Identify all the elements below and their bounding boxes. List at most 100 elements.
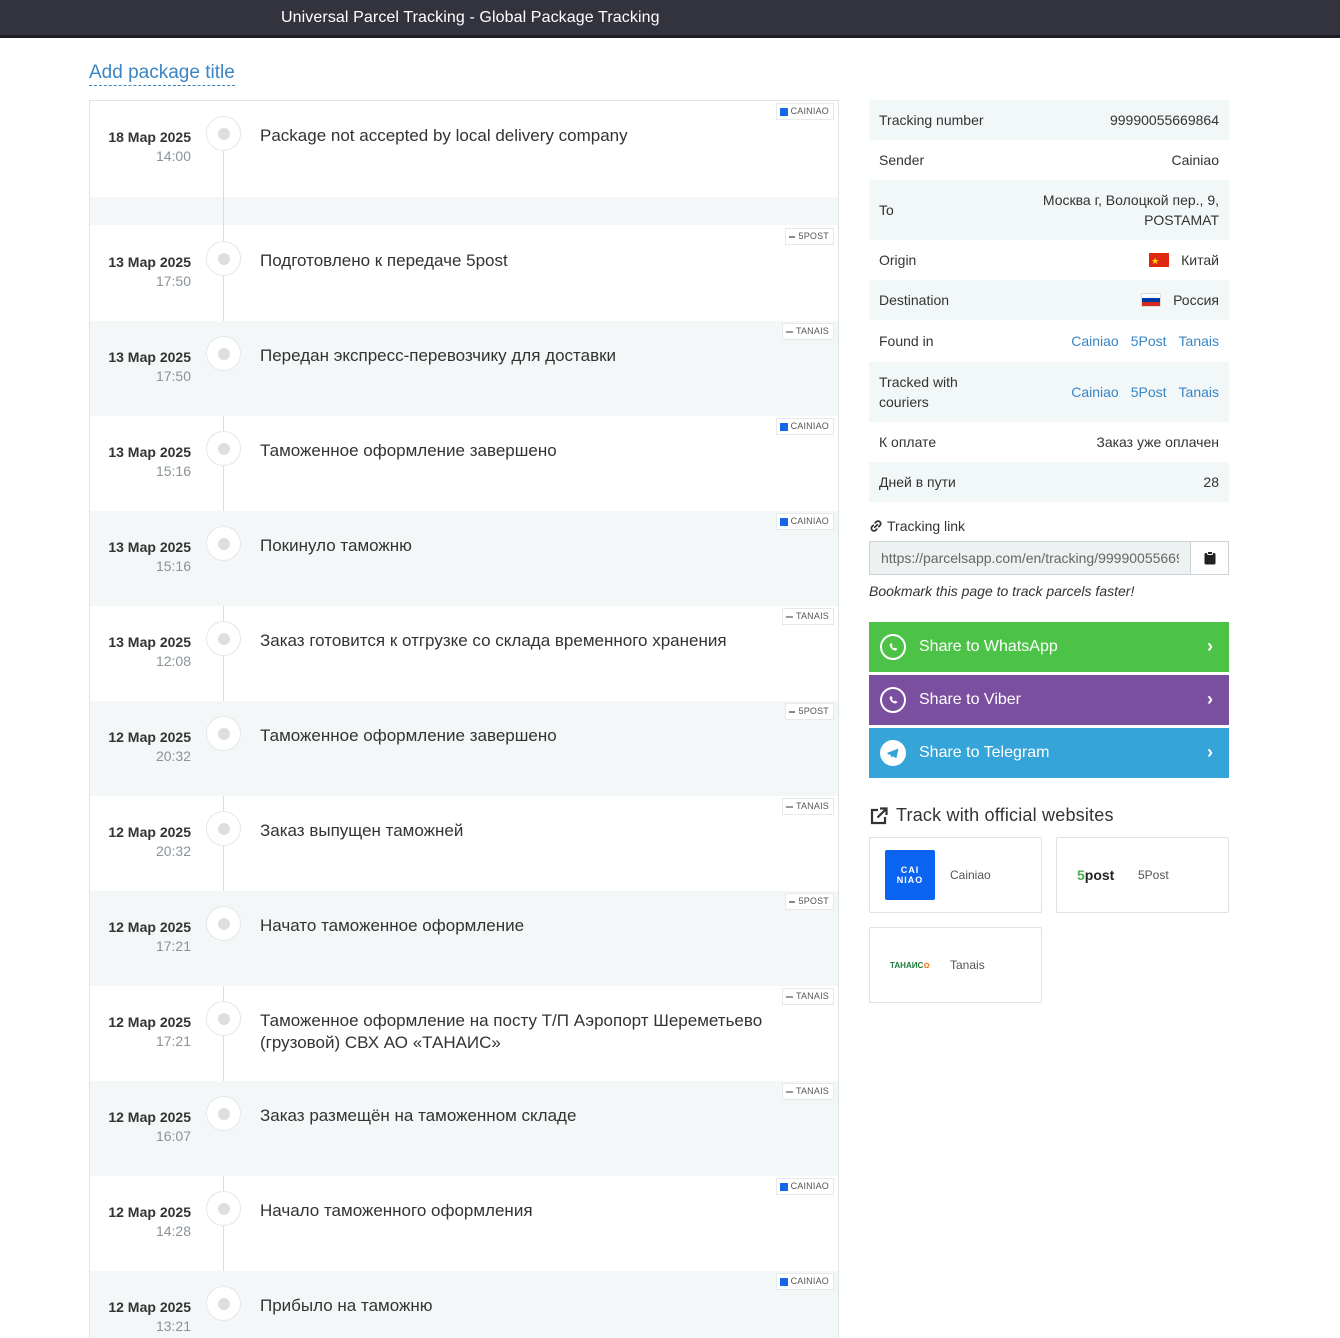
found-in-link-5post[interactable]: 5Post <box>1131 331 1167 351</box>
tracking-number-label: Tracking number <box>879 112 984 128</box>
telegram-icon <box>880 740 906 766</box>
info-row-origin: Origin Китай <box>869 240 1229 280</box>
timeline-dot-icon <box>206 336 241 371</box>
tracking-link-label-text: Tracking link <box>887 518 966 534</box>
tracking-link-input[interactable] <box>869 541 1191 575</box>
tracked-with-label-line-2: couriers <box>879 394 929 410</box>
cainiao-logo-icon <box>779 422 788 431</box>
event-source-badge: TANAIS <box>781 798 834 815</box>
timeline-events: 18 Мар 2025 14:00 Package not accepted by … <box>90 101 838 1338</box>
share-telegram-button[interactable]: Share to Telegram › <box>869 728 1229 778</box>
origin-label: Origin <box>879 252 917 268</box>
info-row-days: Дней в пути 28 <box>869 462 1229 502</box>
add-package-title-link[interactable]: Add package title <box>89 62 235 86</box>
event-date: 13 Мар 2025 <box>108 444 191 460</box>
tracked-with-link-tanais[interactable]: Tanais <box>1179 382 1219 402</box>
found-in-link-cainiao[interactable]: Cainiao <box>1071 331 1118 351</box>
destination-value: Россия <box>1141 290 1219 310</box>
event-description: Подготовлено к передаче 5post <box>260 251 508 270</box>
tracked-with-links: Cainiao 5Post Tanais <box>1071 382 1219 402</box>
official-site-card-5post[interactable]: 5post 5Post <box>1056 837 1229 913</box>
days-value: 28 <box>1203 474 1219 490</box>
share-whatsapp-label: Share to WhatsApp <box>919 638 1058 655</box>
event-date: 12 Мар 2025 <box>108 729 191 745</box>
timeline-dot-icon <box>206 1191 241 1226</box>
payment-value: Заказ уже оплачен <box>1096 434 1219 450</box>
copy-link-button[interactable] <box>1191 541 1229 575</box>
event-description: Начало таможенного оформления <box>260 1201 533 1220</box>
official-site-card-cainiao[interactable]: CAI NIAO Cainiao <box>869 837 1042 913</box>
tracking-link-box <box>869 541 1229 575</box>
event-source-name: TANAIS <box>795 801 829 811</box>
found-in-link-tanais[interactable]: Tanais <box>1179 331 1219 351</box>
event-date: 13 Мар 2025 <box>108 254 191 270</box>
event-description: Заказ готовится к отгрузке со склада вре… <box>260 631 727 650</box>
whatsapp-icon <box>880 634 906 660</box>
event-source-name: CAINIAO <box>790 1181 829 1191</box>
5post-logo-icon <box>789 900 796 903</box>
tracking-number-value: 99990055669864 <box>1109 112 1219 128</box>
event-source-badge: 5POST <box>785 703 834 720</box>
event-date: 12 Мар 2025 <box>108 1109 191 1125</box>
official-site-card-tanais[interactable]: ТАНАИС✿ Tanais <box>869 927 1042 1003</box>
destination-label: Destination <box>879 292 950 308</box>
event-time: 17:21 <box>155 1033 191 1049</box>
tracked-with-label-line-1: Tracked with <box>879 374 958 390</box>
event-source-name: CAINIAO <box>790 421 829 431</box>
cainiao-logo-icon <box>779 517 788 526</box>
event-date: 12 Мар 2025 <box>108 1299 191 1315</box>
tracking-timeline: 18 Мар 2025 14:00 Package not accepted by … <box>89 100 839 1338</box>
to-line-2: POSTAMAT <box>1144 212 1219 228</box>
tanais-logo-icon <box>785 330 793 333</box>
tracked-with-link-5post[interactable]: 5Post <box>1131 382 1167 402</box>
timeline-dot-icon <box>206 621 241 656</box>
official-websites-title-text: Track with official websites <box>896 805 1114 825</box>
event-source-badge: CAINIAO <box>775 513 834 530</box>
event-date: 13 Мар 2025 <box>108 539 191 555</box>
info-row-sender: Sender Cainiao <box>869 140 1229 180</box>
package-info-table: Tracking number 99990055669864 Sender Ca… <box>869 100 1229 502</box>
timeline-spacer <box>90 197 838 226</box>
share-viber-button[interactable]: Share to Viber › <box>869 675 1229 725</box>
timeline-event: 12 Мар 2025 14:28 Начало таможенного оформ… <box>90 1176 838 1271</box>
event-description: Таможенное оформление завершено <box>260 441 557 460</box>
timeline-dot-icon <box>206 1286 241 1321</box>
event-date: 13 Мар 2025 <box>108 634 191 650</box>
event-source-badge: CAINIAO <box>775 103 834 120</box>
tracked-with-link-cainiao[interactable]: Cainiao <box>1071 382 1118 402</box>
origin-country: Китай <box>1181 252 1219 268</box>
event-time: 13:21 <box>155 1318 191 1334</box>
event-description: Заказ выпущен таможней <box>260 821 464 840</box>
tanais-logo-icon <box>785 805 793 808</box>
window-titlebar: Universal Parcel Tracking - Global Packa… <box>0 0 1340 38</box>
info-row-to: To Москва г, Волоцкой пер., 9, POSTAMAT <box>869 180 1229 240</box>
event-source-name: CAINIAO <box>790 106 829 116</box>
event-source-name: CAINIAO <box>790 516 829 526</box>
timeline-dot-icon <box>206 241 241 276</box>
5post-logo-icon <box>789 235 796 238</box>
window-title: Universal Parcel Tracking - Global Packa… <box>281 9 660 26</box>
tanais-logo-icon <box>785 615 793 618</box>
event-source-badge: TANAIS <box>781 323 834 340</box>
payment-label: К оплате <box>879 434 937 450</box>
event-source-badge: 5POST <box>785 893 834 910</box>
timeline-event: 13 Мар 2025 15:16 Покинуло таможню CAINIAO <box>90 511 838 606</box>
to-label: To <box>879 202 894 218</box>
cainiao-logo-icon <box>779 107 788 116</box>
official-site-name-tanais: Tanais <box>950 958 985 972</box>
chevron-right-icon: › <box>1207 689 1213 709</box>
info-row-tracking-number: Tracking number 99990055669864 <box>869 100 1229 140</box>
5post-logo-icon <box>789 710 796 713</box>
event-date: 12 Мар 2025 <box>108 1204 191 1220</box>
event-source-badge: CAINIAO <box>775 418 834 435</box>
timeline-dot-icon <box>206 116 241 151</box>
tracked-with-label: Tracked with couriers <box>879 372 958 412</box>
event-date: 12 Мар 2025 <box>108 824 191 840</box>
timeline-event: 13 Мар 2025 12:08 Заказ готовится к отгруз… <box>90 606 838 701</box>
share-whatsapp-button[interactable]: Share to WhatsApp › <box>869 622 1229 672</box>
timeline-event: 12 Мар 2025 13:21 Прибыло на таможню CAINIA… <box>90 1271 838 1338</box>
event-source-badge: 5POST <box>785 228 834 245</box>
event-time: 15:16 <box>155 463 191 479</box>
clipboard-icon <box>1204 551 1215 565</box>
event-source-name: TANAIS <box>795 991 829 1001</box>
